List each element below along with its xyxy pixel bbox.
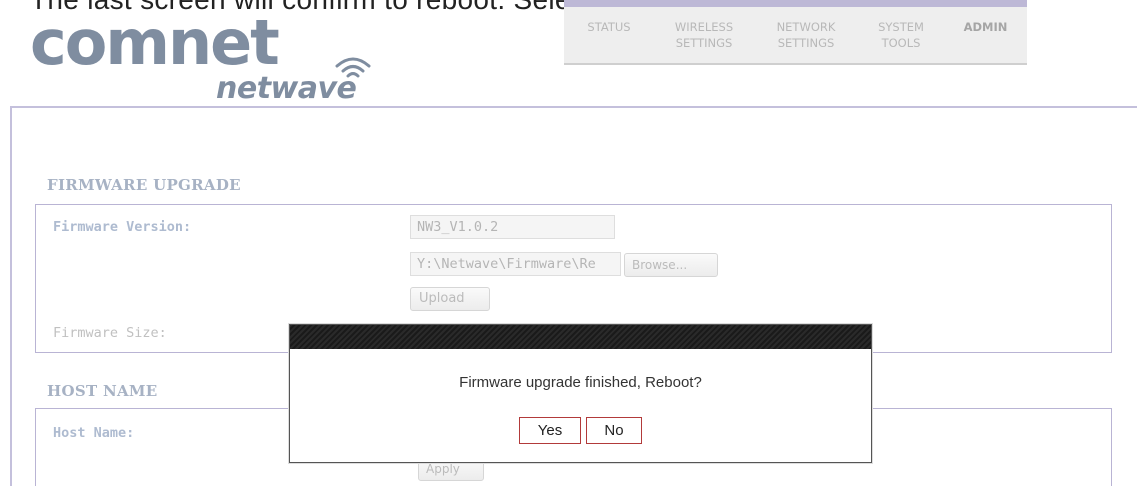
main-nav: STATUS WIRELESS SETTINGS NETWORK SETTINGS … (564, 7, 1027, 65)
browse-button[interactable]: Browse... (624, 253, 718, 277)
nav-system-line1: SYSTEM (878, 20, 924, 34)
dialog-message: Firmware upgrade finished, Reboot? (459, 374, 702, 391)
dialog-no-button[interactable]: No (586, 417, 642, 444)
nav-network-line1: NETWORK (776, 20, 836, 34)
logo-brand: comnet (30, 6, 280, 79)
logo-product: netwave (216, 71, 357, 106)
firmware-size-label: Firmware Size: (53, 325, 167, 341)
dialog-title-bar[interactable] (290, 325, 871, 349)
nav-wireless-settings[interactable]: WIRELESS SETTINGS (654, 7, 754, 63)
reboot-dialog: Firmware upgrade finished, Reboot? Yes N… (289, 324, 872, 463)
firmware-version-field[interactable]: NW3_V1.0.2 (410, 215, 615, 239)
nav-status[interactable]: STATUS (564, 7, 654, 63)
nav-admin-label: ADMIN (963, 20, 1008, 34)
nav-status-label: STATUS (587, 20, 631, 34)
firmware-version-label: Firmware Version: (53, 219, 192, 235)
screen: The last screen will confirm to reboot. … (0, 0, 1137, 486)
host-section-title: HOST NAME (47, 382, 158, 400)
nav-wireless-line1: WIRELESS (674, 20, 734, 34)
nav-system-line2: TOOLS (881, 35, 921, 50)
upload-button[interactable]: Upload (410, 287, 490, 311)
panel-left-border (10, 106, 12, 486)
firmware-file-path-field[interactable]: Y:\Netwave\Firmware\Re (410, 252, 621, 276)
host-name-label: Host Name: (53, 425, 135, 441)
nav-network-line2: SETTINGS (777, 35, 835, 50)
nav-network-settings[interactable]: NETWORK SETTINGS (754, 7, 858, 63)
dialog-yes-button[interactable]: Yes (519, 417, 581, 444)
nav-system-tools[interactable]: SYSTEM TOOLS (858, 7, 944, 63)
firmware-section-title: FIRMWARE UPGRADE (47, 176, 241, 194)
nav-admin[interactable]: ADMIN (944, 7, 1027, 63)
panel-top-border (10, 106, 1137, 108)
nav-top-line (564, 0, 1027, 7)
nav-wireless-line2: SETTINGS (675, 35, 733, 50)
